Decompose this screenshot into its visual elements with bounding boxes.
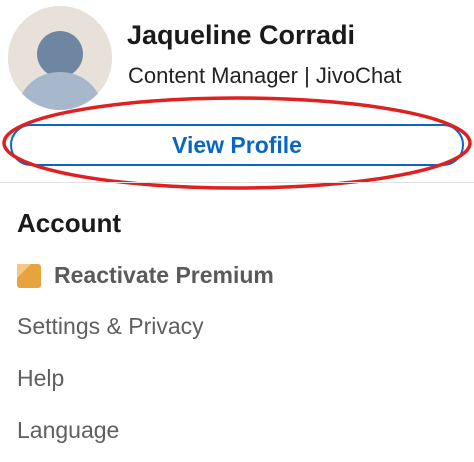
reactivate-premium-link[interactable]: Reactivate Premium (17, 262, 274, 289)
avatar[interactable] (8, 6, 112, 110)
language-link[interactable]: Language (17, 417, 119, 444)
premium-icon (17, 263, 41, 288)
help-link[interactable]: Help (17, 365, 64, 392)
view-profile-button[interactable]: View Profile (10, 124, 464, 166)
profile-headline: Content Manager | JivoChat (128, 63, 402, 88)
profile-name: Jaqueline Corradi (127, 20, 356, 50)
account-menu: Jaqueline Corradi Content Manager | Jivo… (0, 0, 474, 462)
settings-privacy-link[interactable]: Settings & Privacy (17, 313, 204, 340)
divider (0, 182, 474, 183)
person-silhouette-icon (8, 6, 112, 110)
account-heading: Account (17, 208, 121, 238)
premium-label: Reactivate Premium (54, 262, 274, 288)
